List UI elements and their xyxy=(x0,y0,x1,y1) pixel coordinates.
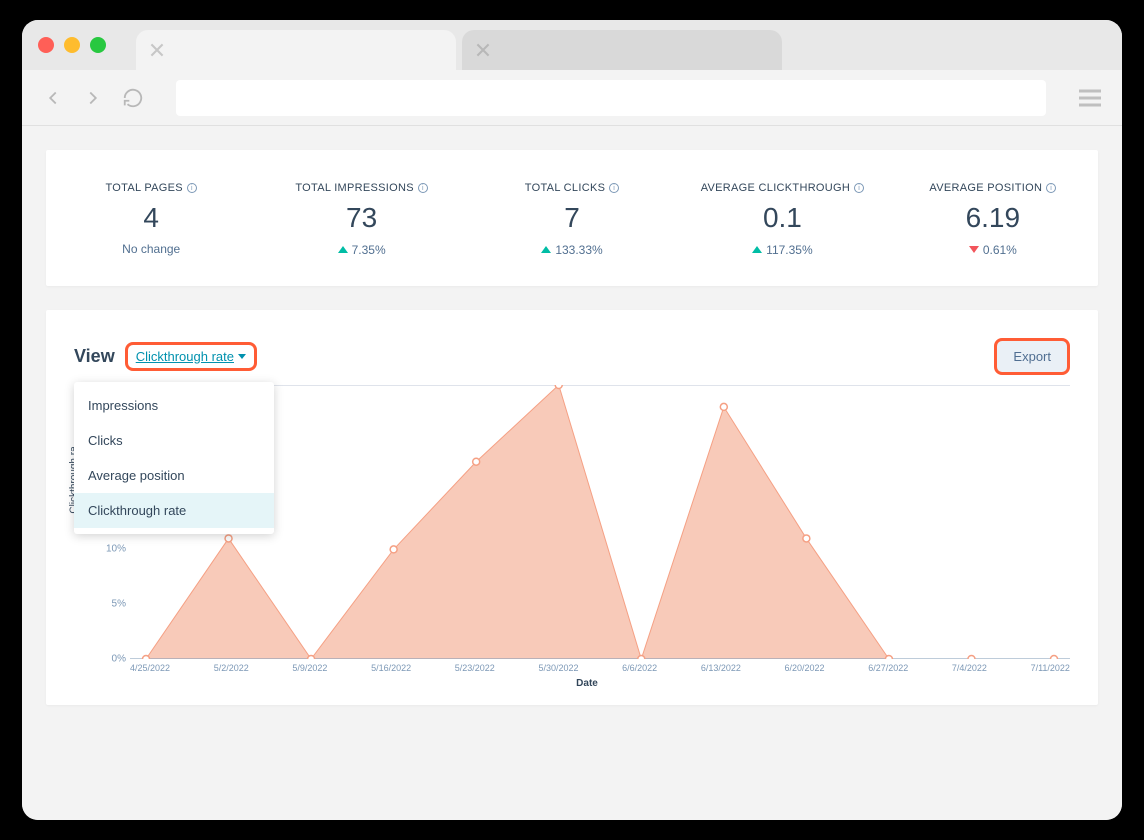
metric-total-impressions: TOTAL IMPRESSIONSi 73 7.35% xyxy=(256,178,466,258)
x-tick: 5/16/2022 xyxy=(371,663,411,673)
x-axis-label: Date xyxy=(576,678,598,689)
x-tick: 5/30/2022 xyxy=(538,663,578,673)
traffic-lights xyxy=(38,37,106,53)
metric-label: TOTAL IMPRESSIONSi xyxy=(295,182,428,194)
metric-label: TOTAL PAGESi xyxy=(105,182,196,194)
triangle-up-icon xyxy=(338,246,348,253)
dropdown-item-impressions[interactable]: Impressions xyxy=(74,388,274,423)
dropdown-item-clickthrough-rate[interactable]: Clickthrough rate xyxy=(74,493,274,528)
chevron-down-icon xyxy=(238,354,246,359)
metric-label: AVERAGE CLICKTHROUGHi xyxy=(701,182,864,194)
y-tick: 5% xyxy=(98,599,126,610)
window-minimize-icon[interactable] xyxy=(64,37,80,53)
metric-avg-position: AVERAGE POSITIONi 6.19 0.61% xyxy=(888,178,1098,258)
y-tick: 0% xyxy=(98,654,126,665)
browser-tab-active[interactable] xyxy=(136,30,456,70)
x-tick: 5/23/2022 xyxy=(455,663,495,673)
x-tick: 6/27/2022 xyxy=(868,663,908,673)
chart-panel: View Clickthrough rate Impressions Click… xyxy=(46,310,1098,705)
forward-icon[interactable] xyxy=(82,87,104,109)
metric-delta: No change xyxy=(122,242,180,256)
export-button[interactable]: Export xyxy=(994,338,1070,375)
reload-icon[interactable] xyxy=(122,87,144,109)
tab-strip xyxy=(22,20,1122,70)
y-tick: 10% xyxy=(98,544,126,555)
info-icon[interactable]: i xyxy=(187,183,197,193)
x-axis-ticks: 4/25/2022 5/2/2022 5/9/2022 5/16/2022 5/23/2… xyxy=(130,663,1070,673)
view-selector-wrap: View Clickthrough rate Impressions Click… xyxy=(74,342,257,371)
x-tick: 5/9/2022 xyxy=(292,663,327,673)
metric-avg-clickthrough: AVERAGE CLICKTHROUGHi 0.1 117.35% xyxy=(677,178,887,258)
browser-window: TOTAL PAGESi 4 No change TOTAL IMPRESSIO… xyxy=(22,20,1122,820)
back-icon[interactable] xyxy=(42,87,64,109)
view-dropdown-menu: Impressions Clicks Average position Clic… xyxy=(74,382,274,534)
url-input[interactable] xyxy=(176,80,1046,116)
page-content: TOTAL PAGESi 4 No change TOTAL IMPRESSIO… xyxy=(22,126,1122,820)
metric-value: 6.19 xyxy=(888,202,1098,234)
metric-value: 4 xyxy=(46,202,256,234)
view-dropdown-value: Clickthrough rate xyxy=(136,349,234,364)
dropdown-item-average-position[interactable]: Average position xyxy=(74,458,274,493)
info-icon[interactable]: i xyxy=(418,183,428,193)
metric-value: 73 xyxy=(256,202,466,234)
x-tick: 6/13/2022 xyxy=(701,663,741,673)
metric-value: 0.1 xyxy=(677,202,887,234)
metric-value: 7 xyxy=(467,202,677,234)
x-tick: 7/4/2022 xyxy=(952,663,987,673)
triangle-up-icon xyxy=(752,246,762,253)
metric-delta: 0.61% xyxy=(969,243,1017,257)
x-tick: 6/20/2022 xyxy=(785,663,825,673)
metric-delta: 7.35% xyxy=(338,243,386,257)
close-icon[interactable] xyxy=(476,43,490,57)
x-tick: 5/2/2022 xyxy=(214,663,249,673)
view-dropdown[interactable]: Clickthrough rate xyxy=(125,342,257,371)
triangle-down-icon xyxy=(969,246,979,253)
tabs xyxy=(136,20,782,70)
info-icon[interactable]: i xyxy=(854,183,864,193)
metric-total-pages: TOTAL PAGESi 4 No change xyxy=(46,178,256,258)
x-tick: 6/6/2022 xyxy=(622,663,657,673)
metric-label: TOTAL CLICKSi xyxy=(525,182,619,194)
nav-bar xyxy=(22,70,1122,126)
triangle-up-icon xyxy=(541,246,551,253)
info-icon[interactable]: i xyxy=(609,183,619,193)
x-tick: 7/11/2022 xyxy=(1031,663,1070,673)
chart-header: View Clickthrough rate Impressions Click… xyxy=(74,338,1070,375)
metric-delta: 133.33% xyxy=(541,243,602,257)
close-icon[interactable] xyxy=(150,43,164,57)
metrics-summary: TOTAL PAGESi 4 No change TOTAL IMPRESSIO… xyxy=(46,150,1098,286)
dropdown-item-clicks[interactable]: Clicks xyxy=(74,423,274,458)
window-close-icon[interactable] xyxy=(38,37,54,53)
metric-label: AVERAGE POSITIONi xyxy=(929,182,1056,194)
view-label: View xyxy=(74,346,115,367)
info-icon[interactable]: i xyxy=(1046,183,1056,193)
window-zoom-icon[interactable] xyxy=(90,37,106,53)
x-tick: 4/25/2022 xyxy=(130,663,170,673)
browser-tab-inactive[interactable] xyxy=(462,30,782,70)
menu-icon[interactable] xyxy=(1078,89,1102,107)
metric-total-clicks: TOTAL CLICKSi 7 133.33% xyxy=(467,178,677,258)
metric-delta: 117.35% xyxy=(752,243,812,257)
